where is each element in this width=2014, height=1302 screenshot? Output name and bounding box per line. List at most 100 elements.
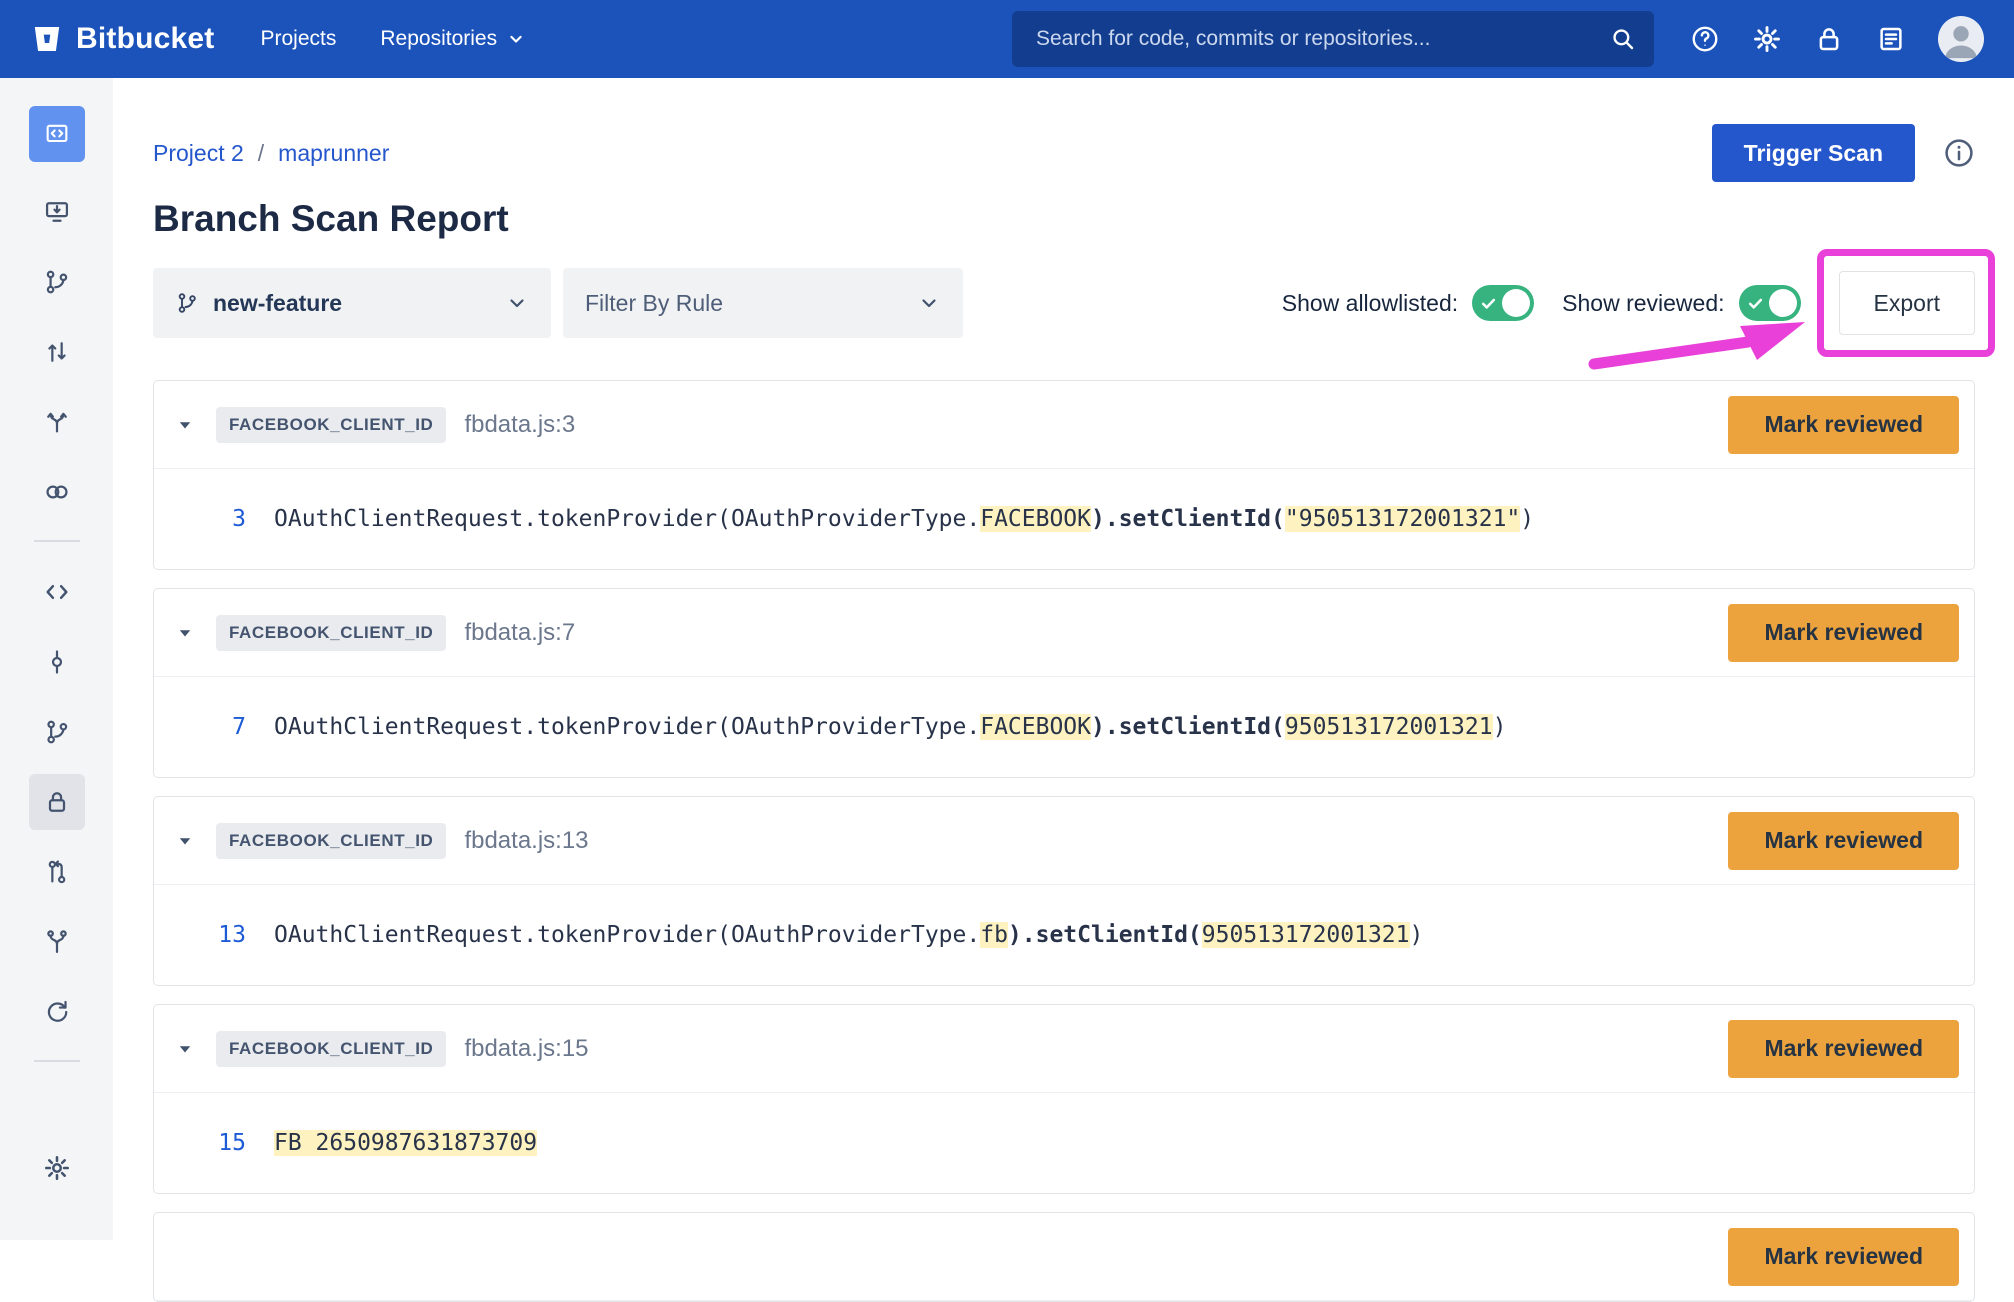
bitbucket-logo[interactable]: Bitbucket — [30, 22, 215, 56]
search-icon[interactable] — [1610, 26, 1636, 52]
branch-selector[interactable]: new-feature — [153, 268, 551, 338]
finding-header: Mark reviewed — [154, 1213, 1974, 1301]
toggle-group: Show allowlisted: Show reviewed: — [1282, 285, 1801, 321]
rule-filter-value: Filter By Rule — [585, 290, 917, 317]
export-wrap: Export — [1839, 271, 1975, 335]
finding-header: FACEBOOK_CLIENT_ID fbdata.js:13 Mark rev… — [154, 797, 1974, 885]
nav-repositories[interactable]: Repositories — [380, 27, 526, 51]
app-shell: Project 2 / maprunner Trigger Scan Branc… — [0, 78, 2014, 1240]
sidebar-item-fork[interactable] — [29, 394, 85, 450]
mark-reviewed-button[interactable]: Mark reviewed — [1728, 604, 1959, 662]
expand-caret-icon[interactable] — [174, 830, 210, 852]
brand-name: Bitbucket — [76, 22, 215, 56]
mark-reviewed-button[interactable]: Mark reviewed — [1728, 396, 1959, 454]
breadcrumb-row: Project 2 / maprunner Trigger Scan — [153, 124, 1975, 182]
sidebar-item-branch[interactable] — [29, 704, 85, 760]
finding-card: FACEBOOK_CLIENT_ID fbdata.js:13 Mark rev… — [153, 796, 1975, 986]
primary-nav: Projects Repositories — [261, 27, 527, 51]
check-icon — [1747, 295, 1764, 312]
clone-icon — [43, 198, 71, 226]
bitbucket-logo-icon — [30, 22, 64, 56]
nav-projects-label: Projects — [261, 27, 337, 51]
feedback-icon[interactable] — [1876, 24, 1906, 54]
expand-caret-icon[interactable] — [174, 1038, 210, 1060]
sidebar-item-pull-request-2[interactable] — [29, 844, 85, 900]
sidebar-item-clone[interactable] — [29, 184, 85, 240]
main-content: Project 2 / maprunner Trigger Scan Branc… — [113, 78, 2014, 1240]
trigger-scan-button[interactable]: Trigger Scan — [1712, 124, 1915, 182]
navbar-icon-group — [1690, 16, 1984, 62]
sidebar-item-source[interactable] — [29, 564, 85, 620]
search-input[interactable] — [1034, 26, 1610, 52]
help-icon[interactable] — [1690, 24, 1720, 54]
chevron-down-icon — [506, 29, 526, 49]
sidebar-item-commit[interactable] — [29, 634, 85, 690]
sidebar-item-security[interactable] — [29, 774, 85, 830]
expand-caret-icon[interactable] — [174, 622, 210, 644]
filter-controls-row: new-feature Filter By Rule Show allowlis… — [153, 268, 1975, 338]
finding-card: FACEBOOK_CLIENT_ID fbdata.js:7 Mark revi… — [153, 588, 1975, 778]
sidebar-item-builds[interactable] — [29, 984, 85, 1040]
finding-code-row: 13 OAuthClientRequest.tokenProvider(OAut… — [154, 885, 1974, 985]
graph-icon — [43, 268, 71, 296]
finding-header: FACEBOOK_CLIENT_ID fbdata.js:7 Mark revi… — [154, 589, 1974, 677]
mark-reviewed-button[interactable]: Mark reviewed — [1728, 1228, 1959, 1286]
settings-icon — [43, 1154, 71, 1182]
export-button[interactable]: Export — [1839, 271, 1975, 335]
branch-selector-value: new-feature — [213, 290, 505, 317]
toggle-knob — [1502, 289, 1530, 317]
code-line: OAuthClientRequest.tokenProvider(OAuthPr… — [274, 922, 1423, 948]
sidebar-divider — [34, 1060, 80, 1062]
security-icon — [43, 788, 71, 816]
pull-request-2-icon — [43, 858, 71, 886]
breadcrumb-separator: / — [258, 140, 264, 167]
breadcrumb-repo-link[interactable]: maprunner — [278, 140, 389, 167]
finding-card: FACEBOOK_CLIENT_ID fbdata.js:3 Mark revi… — [153, 380, 1975, 570]
show-reviewed-label: Show reviewed: — [1562, 290, 1724, 317]
show-reviewed-group: Show reviewed: — [1562, 285, 1800, 321]
finding-location: fbdata.js:13 — [464, 827, 588, 855]
line-number: 13 — [174, 922, 246, 948]
finding-header: FACEBOOK_CLIENT_ID fbdata.js:15 Mark rev… — [154, 1005, 1974, 1093]
lock-icon[interactable] — [1814, 24, 1844, 54]
sidebar-item-pipelines[interactable] — [29, 464, 85, 520]
page-actions: Trigger Scan — [1712, 124, 1975, 182]
expand-caret-icon[interactable] — [174, 414, 210, 436]
fork-icon — [43, 408, 71, 436]
sidebar-item-fork-2[interactable] — [29, 914, 85, 970]
check-icon — [1480, 295, 1497, 312]
info-icon[interactable] — [1943, 137, 1975, 169]
sidebar-divider — [34, 540, 80, 542]
sidebar-item-graph[interactable] — [29, 254, 85, 310]
commit-icon — [43, 648, 71, 676]
sidebar-item-pull-request[interactable] — [29, 324, 85, 380]
finding-location: fbdata.js:3 — [464, 411, 575, 439]
rule-badge: FACEBOOK_CLIENT_ID — [216, 407, 446, 443]
global-search[interactable] — [1012, 11, 1654, 67]
repo-avatar — [43, 120, 71, 148]
nav-projects[interactable]: Projects — [261, 27, 337, 51]
page-title: Branch Scan Report — [153, 198, 1975, 240]
sidebar-item-repo-avatar[interactable] — [29, 106, 85, 162]
finding-card-partial: Mark reviewed — [153, 1212, 1975, 1302]
show-allowlisted-label: Show allowlisted: — [1282, 290, 1458, 317]
show-allowlisted-toggle[interactable] — [1472, 285, 1534, 321]
chevron-down-icon — [917, 291, 941, 315]
mark-reviewed-button[interactable]: Mark reviewed — [1728, 812, 1959, 870]
finding-code-row: 15 FB 2650987631873709 — [154, 1093, 1974, 1193]
line-number: 15 — [174, 1130, 246, 1156]
mark-reviewed-button[interactable]: Mark reviewed — [1728, 1020, 1959, 1078]
top-navbar: Bitbucket Projects Repositories — [0, 0, 2014, 78]
pipelines-icon — [43, 478, 71, 506]
breadcrumb-project-link[interactable]: Project 2 — [153, 140, 244, 167]
finding-card: FACEBOOK_CLIENT_ID fbdata.js:15 Mark rev… — [153, 1004, 1975, 1194]
toggle-knob — [1769, 289, 1797, 317]
avatar[interactable] — [1938, 16, 1984, 62]
rule-badge: FACEBOOK_CLIENT_ID — [216, 1031, 446, 1067]
finding-location: fbdata.js:15 — [464, 1035, 588, 1063]
show-reviewed-toggle[interactable] — [1739, 285, 1801, 321]
sidebar-item-settings[interactable] — [29, 1140, 85, 1196]
gear-icon[interactable] — [1752, 24, 1782, 54]
rule-filter-selector[interactable]: Filter By Rule — [563, 268, 963, 338]
breadcrumb: Project 2 / maprunner — [153, 140, 389, 167]
